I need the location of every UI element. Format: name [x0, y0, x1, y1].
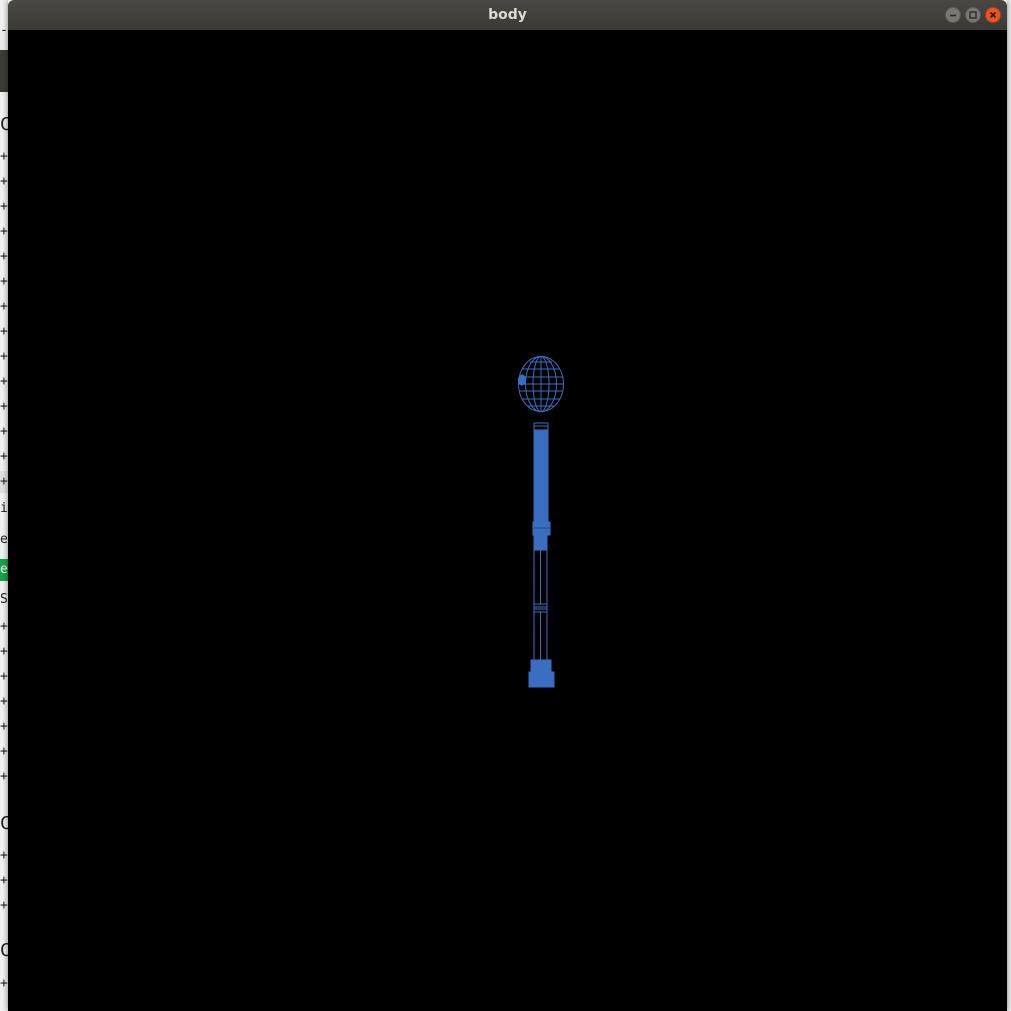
- neck-wireframe: [533, 422, 549, 431]
- hip-wireframe: [532, 521, 551, 536]
- close-button[interactable]: [985, 7, 1001, 23]
- window-title: body: [488, 7, 527, 23]
- feet-solid: [528, 659, 555, 688]
- minimize-icon: [950, 14, 956, 17]
- wireframe-body-model: [518, 356, 564, 688]
- head-wireframe: [518, 356, 564, 412]
- render-canvas[interactable]: [8, 30, 1007, 1011]
- lower-leg-wireframe: [533, 611, 548, 663]
- maximize-button[interactable]: [965, 7, 981, 23]
- close-icon: [989, 11, 997, 19]
- torso-solid: [533, 429, 549, 523]
- render-window: body: [8, 0, 1007, 1011]
- knee-wireframe: [533, 603, 548, 613]
- upper-leg-wireframe: [533, 549, 548, 605]
- maximize-icon: [969, 11, 977, 19]
- head-nose-marker: [518, 374, 526, 386]
- window-titlebar[interactable]: body: [8, 0, 1007, 30]
- minimize-button[interactable]: [945, 7, 961, 23]
- pelvis-solid: [533, 534, 548, 551]
